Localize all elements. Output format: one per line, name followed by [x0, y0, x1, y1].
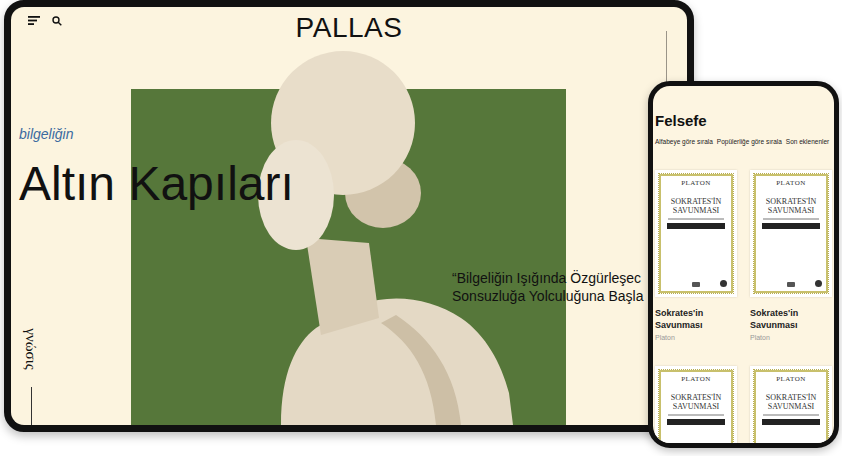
quote-line: Sonsuzluğa Yolculuğuna Başla: [452, 287, 644, 305]
tablet-screen: PALLAS bilgeliğin Altın Kapıları “Bilgeliği…: [11, 7, 687, 425]
cover-title: SOKRATES'İN SAVUNMASI: [664, 197, 728, 215]
book-grid: PLATON SOKRATES'İN SAVUNMASI Sokrates'in S…: [653, 170, 834, 443]
device-mockup: PALLAS bilgeliğin Altın Kapıları “Bilgeliği…: [0, 0, 842, 456]
cover-footer: [664, 280, 728, 288]
cover-title: SOKRATES'İN SAVUNMASI: [759, 197, 823, 215]
statue-neck: [306, 238, 379, 335]
tablet-frame: PALLAS bilgeliğin Altın Kapıları “Bilgeliği…: [4, 0, 694, 432]
cover-author: PLATON: [776, 375, 806, 384]
book-title[interactable]: Sokrates'in Savunması: [655, 307, 737, 331]
statue-shadow: [381, 315, 461, 425]
sort-option[interactable]: Popülerliğe göre sırala: [717, 137, 782, 146]
sort-options: Alfabeye göre sırala Popülerliğe göre sır…: [653, 137, 834, 146]
header-tools: [28, 16, 296, 26]
cover-subtitle-bar: [763, 414, 819, 416]
cover-band: [762, 223, 820, 229]
book-author: Platon: [655, 333, 737, 342]
cover-footer: [759, 280, 823, 288]
hero-quote: “Bilgeliğin Işığında ÖzgürleşecSonsuzluğ…: [452, 269, 644, 305]
sort-option[interactable]: Alfabeye göre sırala: [655, 137, 713, 146]
side-label: γνώσις: [22, 328, 40, 369]
cover-title: SOKRATES'İN SAVUNMASI: [664, 393, 728, 411]
publisher-logo-icon: [787, 282, 795, 287]
cover-title: SOKRATES'İN SAVUNMASI: [759, 393, 823, 411]
phone-screen: Felsefe Alfabeye göre sırala Popülerliğe g…: [653, 86, 834, 443]
cover-subtitle-bar: [668, 414, 724, 416]
sort-option[interactable]: Son eklenenler: [786, 137, 829, 146]
cover-band: [762, 419, 820, 425]
book-cover[interactable]: PLATON SOKRATES'İN SAVUNMASI: [750, 366, 832, 443]
hero-kicker: bilgeliğin: [19, 125, 294, 143]
book-title[interactable]: Sokrates'in Savunması: [750, 307, 832, 331]
phone-frame: Felsefe Alfabeye göre sırala Popülerliğe g…: [648, 81, 839, 448]
cover-subtitle-bar: [668, 218, 724, 220]
cover-subtitle-bar: [763, 218, 819, 220]
quote-line: “Bilgeliğin Işığında Özgürleşec: [452, 269, 644, 287]
side-rule: [31, 387, 32, 425]
book-author: Platon: [750, 333, 832, 342]
hero-heading: bilgeliğin Altın Kapıları: [19, 125, 294, 211]
cover-author: PLATON: [681, 179, 711, 188]
site-logo[interactable]: PALLAS: [296, 11, 403, 45]
cover-author: PLATON: [681, 375, 711, 384]
publisher-logo-icon: [692, 282, 700, 287]
cover-border: PLATON SOKRATES'İN SAVUNMASI: [659, 370, 733, 443]
menu-icon[interactable]: [28, 16, 40, 25]
cover-border: PLATON SOKRATES'İN SAVUNMASI: [659, 174, 733, 293]
cover-border: PLATON SOKRATES'İN SAVUNMASI: [754, 370, 828, 443]
cover-band: [667, 223, 725, 229]
book-cover[interactable]: PLATON SOKRATES'İN SAVUNMASI: [655, 170, 737, 297]
book-card[interactable]: PLATON SOKRATES'İN SAVUNMASI: [750, 366, 832, 443]
search-icon[interactable]: [52, 16, 62, 26]
book-card[interactable]: PLATON SOKRATES'İN SAVUNMASI Sokrates'in S…: [750, 170, 832, 342]
cover-author: PLATON: [776, 179, 806, 188]
hero-title: Altın Kapıları: [19, 157, 294, 211]
book-cover[interactable]: PLATON SOKRATES'İN SAVUNMASI: [750, 170, 832, 297]
site-header: PALLAS: [11, 7, 687, 45]
statue-photo: [131, 43, 566, 425]
cover-band: [667, 419, 725, 425]
book-card[interactable]: PLATON SOKRATES'İN SAVUNMASI Sokrates'in S…: [655, 170, 737, 342]
category-heading: Felsefe: [653, 112, 834, 130]
seal-icon: [720, 280, 727, 287]
statue-shoulders: [281, 299, 513, 425]
book-cover[interactable]: PLATON SOKRATES'İN SAVUNMASI: [655, 366, 737, 443]
book-card[interactable]: PLATON SOKRATES'İN SAVUNMASI: [655, 366, 737, 443]
seal-icon: [815, 280, 822, 287]
cover-border: PLATON SOKRATES'İN SAVUNMASI: [754, 174, 828, 293]
